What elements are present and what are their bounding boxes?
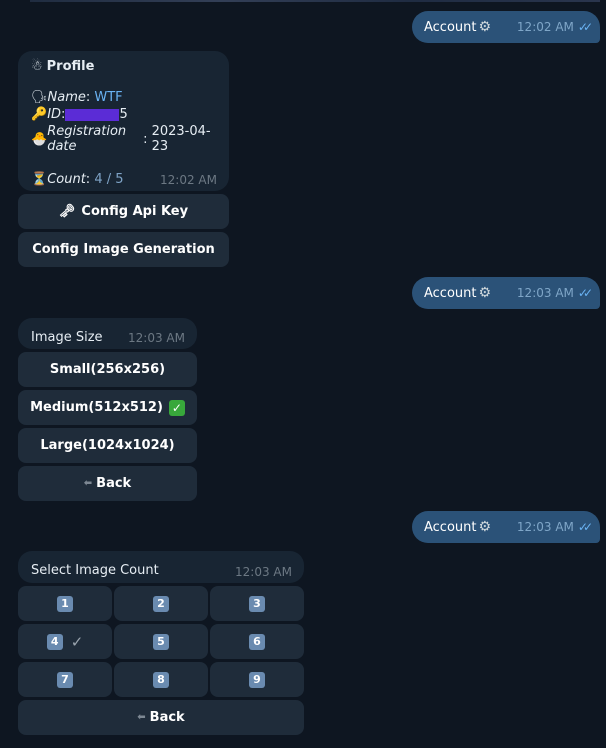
large-size-button[interactable]: Large(1024x1024): [18, 428, 197, 463]
profile-id-row: 🔑 ID: 5: [31, 107, 128, 122]
image-count-message: Select Image Count 12:03 AM: [18, 551, 304, 583]
count-button-3[interactable]: 3: [210, 586, 304, 621]
check-mark-icon: ✓: [168, 399, 185, 416]
medium-size-button[interactable]: Medium(512x512) ✓: [18, 390, 197, 425]
count-button-7[interactable]: 7: [18, 662, 112, 697]
redacted-id: [65, 108, 120, 121]
profile-title: ☃ Profile: [31, 59, 95, 74]
outgoing-message[interactable]: Account ⚙ 12:03 AM ✓✓: [412, 277, 600, 309]
count-button-4[interactable]: 4 ✓: [18, 624, 112, 659]
message-text: Image Size: [31, 330, 103, 345]
count-button-9[interactable]: 9: [210, 662, 304, 697]
hourglass-icon: ⏳: [31, 172, 48, 187]
message-time: 12:03 AM: [516, 286, 574, 300]
gear-icon: ⚙: [478, 19, 492, 35]
outgoing-message[interactable]: Account ⚙ 12:03 AM ✓✓: [412, 511, 600, 543]
chick-icon: 🐣: [31, 131, 48, 147]
name-value[interactable]: WTF: [94, 90, 122, 105]
key-icon: 🔑: [31, 107, 48, 122]
count-button-1[interactable]: 1: [18, 586, 112, 621]
message-text: Select Image Count: [31, 563, 159, 578]
chat-view: Account ⚙ 12:02 AM ✓✓ ☃ Profile 🗣 Name: …: [0, 0, 606, 748]
gear-icon: ⚙: [478, 285, 492, 301]
speech-icon: 🗣: [31, 90, 48, 105]
small-size-button[interactable]: Small(256x256): [18, 352, 197, 387]
read-ticks-icon: ✓✓: [577, 20, 593, 34]
count-button-2[interactable]: 2: [114, 586, 208, 621]
snowman-icon: ☃: [31, 59, 43, 74]
back-arrow-icon: ⬅: [83, 478, 93, 489]
top-strip: [30, 0, 600, 2]
message-time: 12:03 AM: [235, 565, 292, 579]
profile-reg-row: 🐣 Registration date: 2023-04-23: [31, 124, 211, 154]
read-ticks-icon: ✓✓: [577, 286, 593, 300]
old-key-icon: 🗝: [58, 204, 76, 219]
read-ticks-icon: ✓✓: [577, 520, 593, 534]
gear-icon: ⚙: [478, 519, 492, 535]
selected-check-icon: ✓: [70, 632, 84, 651]
message-text: Account: [424, 285, 477, 301]
config-api-key-button[interactable]: 🗝 Config Api Key: [18, 194, 229, 229]
count-button-5[interactable]: 5: [114, 624, 208, 659]
image-size-message: Image Size 12:03 AM: [18, 318, 197, 349]
message-time: 12:03 AM: [516, 520, 574, 534]
message-time: 12:03 AM: [128, 331, 185, 345]
message-time: 12:02 AM: [516, 20, 574, 34]
message-time: 12:02 AM: [160, 173, 217, 187]
count-button-8[interactable]: 8: [114, 662, 208, 697]
message-text: Account: [424, 519, 477, 535]
back-arrow-icon: ⬅: [137, 712, 146, 723]
back-button[interactable]: ⬅ Back: [18, 466, 197, 501]
count-button-6[interactable]: 6: [210, 624, 304, 659]
message-text: Account: [424, 19, 477, 35]
config-image-generation-button[interactable]: Config Image Generation: [18, 232, 229, 267]
back-button[interactable]: ⬅ Back: [18, 700, 304, 735]
profile-name-row: 🗣 Name: WTF: [31, 90, 123, 105]
outgoing-message[interactable]: Account ⚙ 12:02 AM ✓✓: [412, 11, 600, 43]
profile-message: ☃ Profile 🗣 Name: WTF 🔑 ID: 5 🐣 Registra…: [18, 51, 229, 191]
